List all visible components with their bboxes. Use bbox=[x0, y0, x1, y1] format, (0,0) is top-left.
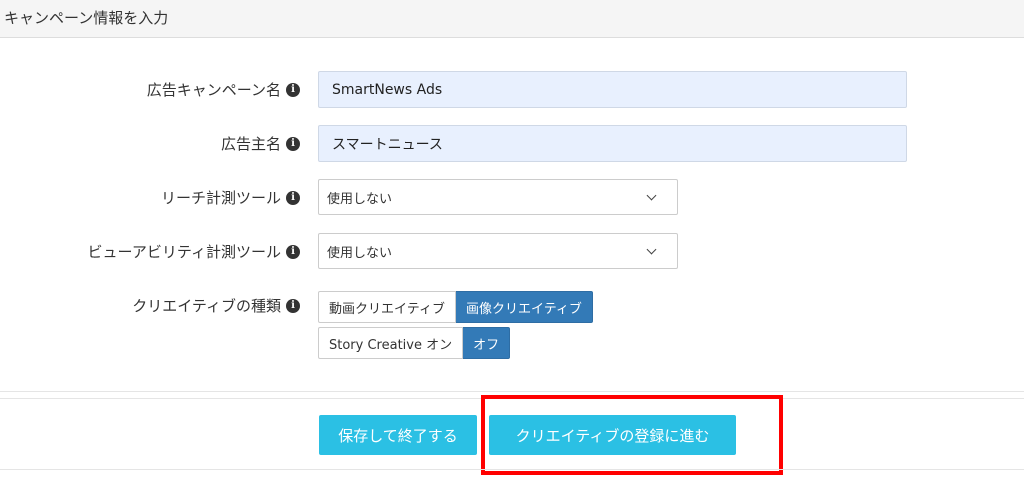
story-creative-on-option[interactable]: Story Creative オン bbox=[318, 327, 464, 359]
info-icon[interactable]: i bbox=[286, 244, 300, 259]
creative-type-toggle: 動画クリエイティブ 画像クリエイティブ bbox=[318, 291, 593, 323]
advertiser-name-label: 広告主名 i bbox=[221, 133, 300, 154]
advertiser-name-input[interactable]: スマートニュース bbox=[318, 125, 907, 162]
creative-type-label: クリエイティブの種類 i bbox=[132, 295, 300, 316]
viewability-tool-label: ビューアビリティ計測ツール i bbox=[87, 241, 300, 262]
divider bbox=[0, 469, 1024, 470]
chevron-down-icon bbox=[646, 244, 657, 254]
campaign-name-label: 広告キャンペーン名 i bbox=[147, 79, 300, 100]
info-icon[interactable]: i bbox=[286, 82, 300, 97]
panel-header: キャンペーン情報を入力 bbox=[0, 0, 1024, 38]
info-icon[interactable]: i bbox=[286, 136, 300, 151]
story-creative-toggle: Story Creative オン オフ bbox=[318, 327, 511, 359]
video-creative-option[interactable]: 動画クリエイティブ bbox=[318, 291, 456, 323]
info-icon[interactable]: i bbox=[286, 298, 300, 313]
save-and-exit-button[interactable]: 保存して終了する bbox=[319, 415, 477, 455]
reach-tool-label: リーチ計測ツール i bbox=[161, 187, 300, 208]
divider bbox=[0, 391, 1024, 392]
image-creative-option[interactable]: 画像クリエイティブ bbox=[455, 291, 593, 323]
viewability-tool-select[interactable]: 使用しない bbox=[318, 233, 678, 269]
info-icon[interactable]: i bbox=[286, 190, 300, 205]
story-creative-off-option[interactable]: オフ bbox=[463, 327, 511, 359]
campaign-name-input[interactable]: SmartNews Ads bbox=[318, 71, 907, 108]
chevron-down-icon bbox=[646, 190, 657, 200]
highlight-annotation bbox=[481, 395, 783, 475]
reach-tool-select[interactable]: 使用しない bbox=[318, 179, 678, 215]
panel-title: キャンペーン情報を入力 bbox=[4, 9, 169, 27]
